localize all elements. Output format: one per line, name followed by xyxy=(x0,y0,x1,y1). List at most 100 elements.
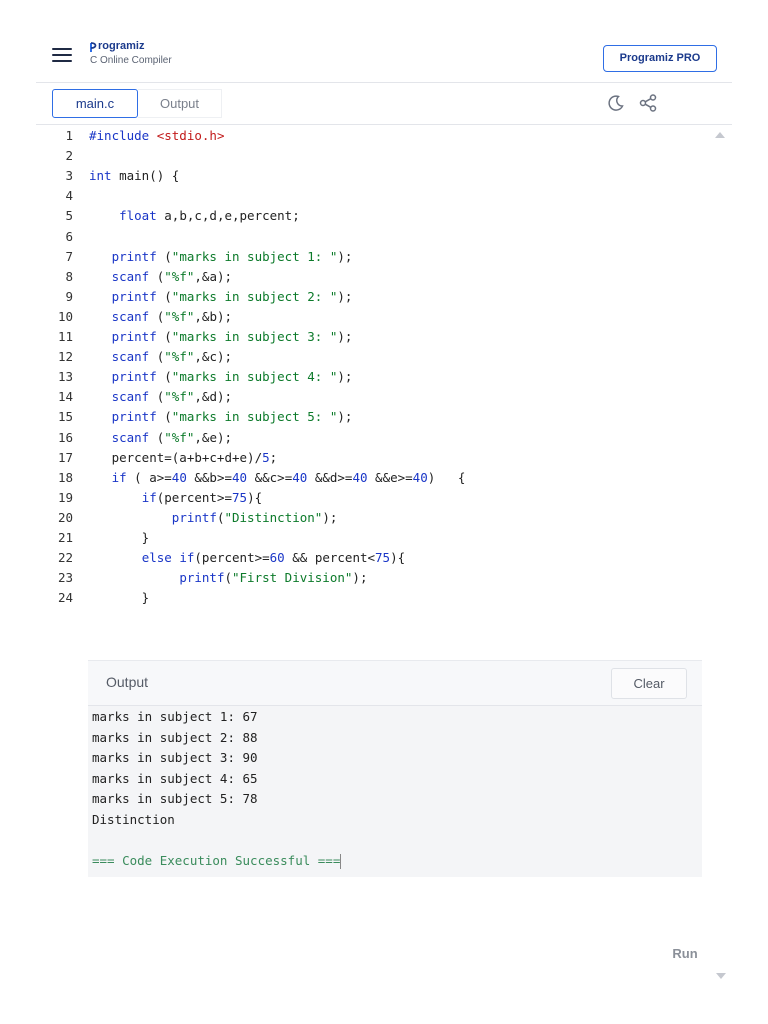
code-text[interactable]: float a,b,c,d,e,percent; xyxy=(89,206,300,226)
code-text[interactable]: printf ("marks in subject 4: "); xyxy=(89,367,353,387)
code-line[interactable]: 23 printf("First Division"); xyxy=(36,568,696,588)
code-line[interactable]: 22 else if(percent>=60 && percent<75){ xyxy=(36,548,696,568)
code-line[interactable]: 8 scanf ("%f",&a); xyxy=(36,267,696,287)
code-text[interactable]: printf ("marks in subject 5: "); xyxy=(89,407,353,427)
code-line[interactable]: 2 xyxy=(36,146,696,166)
tab-main-c[interactable]: main.c xyxy=(52,89,138,118)
code-text[interactable]: printf ("marks in subject 2: "); xyxy=(89,287,353,307)
compiler-page: rogramiz C Online Compiler Programiz PRO… xyxy=(0,0,768,1024)
code-text[interactable]: int main() { xyxy=(89,166,179,186)
line-number: 6 xyxy=(65,228,73,244)
code-text[interactable]: scanf ("%f",&c); xyxy=(89,347,232,367)
line-number: 13 xyxy=(57,369,73,385)
code-line[interactable]: 11 printf ("marks in subject 3: "); xyxy=(36,327,696,347)
line-number: 17 xyxy=(57,449,73,465)
line-number: 7 xyxy=(65,248,73,264)
tab-output[interactable]: Output xyxy=(138,89,222,118)
text-cursor xyxy=(340,853,342,869)
page-subtitle: C Online Compiler xyxy=(90,55,172,66)
code-line[interactable]: 1 #include <stdio.h> xyxy=(36,126,696,146)
code-text[interactable]: } xyxy=(89,588,150,608)
code-line[interactable]: 12 scanf ("%f",&c); xyxy=(36,347,696,367)
moon-icon[interactable] xyxy=(606,93,626,117)
code-line[interactable]: 3 int main() { xyxy=(36,166,696,186)
code-text[interactable]: printf ("marks in subject 3: "); xyxy=(89,327,353,347)
code-line[interactable]: 14 scanf ("%f",&d); xyxy=(36,387,696,407)
code-line[interactable]: 10 scanf ("%f",&b); xyxy=(36,307,696,327)
programiz-pro-button[interactable]: Programiz PRO xyxy=(603,45,717,72)
output-line: Distinction xyxy=(92,811,175,827)
code-line[interactable]: 18 if ( a>=40 &&b>=40 &&c>=40 &&d>=40 &&… xyxy=(36,468,696,488)
code-line[interactable]: 16 scanf ("%f",&e); xyxy=(36,428,696,448)
code-text[interactable]: percent=(a+b+c+d+e)/5; xyxy=(89,448,278,468)
output-line: marks in subject 4: 65 xyxy=(92,770,258,786)
code-text[interactable]: if(percent>=75){ xyxy=(89,488,262,508)
share-icon[interactable] xyxy=(638,93,658,117)
logo[interactable]: rogramiz C Online Compiler xyxy=(90,40,172,66)
code-text[interactable]: printf("First Division"); xyxy=(89,568,367,588)
code-text[interactable]: scanf ("%f",&a); xyxy=(89,267,232,287)
line-number: 14 xyxy=(57,389,73,405)
code-editor[interactable]: 1 #include <stdio.h> 2 3 int main() {4 5 floa… xyxy=(36,124,732,614)
code-line[interactable]: 6 xyxy=(36,227,696,247)
code-line[interactable]: 24 } xyxy=(36,588,696,608)
tab-bar: main.c Output xyxy=(36,83,732,125)
line-number: 4 xyxy=(65,188,73,204)
code-line[interactable]: 19 if(percent>=75){ xyxy=(36,488,696,508)
line-number: 21 xyxy=(57,530,73,545)
code-line[interactable]: 17 percent=(a+b+c+d+e)/5; xyxy=(36,448,696,468)
line-number: 16 xyxy=(57,429,73,445)
code-line[interactable]: 7 printf ("marks in subject 1: "); xyxy=(36,247,696,267)
programiz-logo-icon xyxy=(90,41,97,52)
output-line: marks in subject 3: 90 xyxy=(92,750,258,765)
line-number: 24 xyxy=(57,590,73,606)
line-number: 20 xyxy=(57,509,73,525)
execution-status: === Code Execution Successful === xyxy=(92,852,342,869)
code-line[interactable]: 9 printf ("marks in subject 2: "); xyxy=(36,287,696,307)
output-line: marks in subject 5: 78 xyxy=(92,791,258,806)
code-text[interactable]: printf ("marks in subject 1: "); xyxy=(89,247,353,267)
code-text[interactable]: } xyxy=(89,528,150,548)
line-number: 3 xyxy=(65,168,73,184)
output-panel: Output Clear marks in subject 1: 67 marks… xyxy=(88,660,702,877)
code-line[interactable]: 15 printf ("marks in subject 5: "); xyxy=(36,407,696,427)
line-number: 22 xyxy=(57,550,73,566)
code-text[interactable]: if ( a>=40 &&b>=40 &&c>=40 &&d>=40 &&e>=… xyxy=(89,468,466,488)
code-text[interactable]: else if(percent>=60 && percent<75){ xyxy=(89,548,405,568)
output-console[interactable]: marks in subject 1: 67 marks in subject 2… xyxy=(92,707,342,871)
code-text[interactable]: scanf ("%f",&e); xyxy=(89,428,232,448)
code-line[interactable]: 4 xyxy=(36,186,696,206)
line-number: 1 xyxy=(65,128,73,143)
line-number: 15 xyxy=(57,409,73,425)
output-header: Output Clear xyxy=(88,661,702,706)
line-number: 9 xyxy=(65,288,73,304)
code-line[interactable]: 13 printf ("marks in subject 4: "); xyxy=(36,367,696,387)
output-title: Output xyxy=(106,674,149,690)
line-number: 19 xyxy=(57,489,73,505)
code-text[interactable]: scanf ("%f",&b); xyxy=(89,307,232,327)
logo-text: rogramiz xyxy=(98,40,145,52)
line-number: 12 xyxy=(57,349,73,365)
line-number: 2 xyxy=(65,148,73,164)
code-text[interactable]: scanf ("%f",&d); xyxy=(89,387,232,407)
clear-button[interactable]: Clear xyxy=(611,668,687,699)
app-header: rogramiz C Online Compiler Programiz PRO xyxy=(36,36,732,83)
scroll-down-arrow-icon[interactable] xyxy=(716,973,726,979)
code-line[interactable]: 20 printf("Distinction"); xyxy=(36,508,696,528)
line-number: 23 xyxy=(57,570,73,586)
line-number: 18 xyxy=(57,469,73,485)
line-number: 8 xyxy=(65,268,73,284)
hamburger-icon[interactable] xyxy=(52,48,72,64)
line-number: 5 xyxy=(65,208,73,224)
output-line: marks in subject 2: 88 xyxy=(92,729,258,745)
output-line: marks in subject 1: 67 xyxy=(92,709,258,724)
line-number: 10 xyxy=(57,308,73,324)
run-button[interactable]: Run xyxy=(660,946,710,966)
code-text[interactable]: #include <stdio.h> xyxy=(89,126,224,146)
line-number: 11 xyxy=(57,329,73,344)
code-text[interactable]: printf("Distinction"); xyxy=(89,508,338,528)
scroll-up-arrow-icon[interactable] xyxy=(715,132,725,138)
code-line[interactable]: 21 } xyxy=(36,528,696,548)
code-line[interactable]: 5 float a,b,c,d,e,percent; xyxy=(36,206,696,226)
